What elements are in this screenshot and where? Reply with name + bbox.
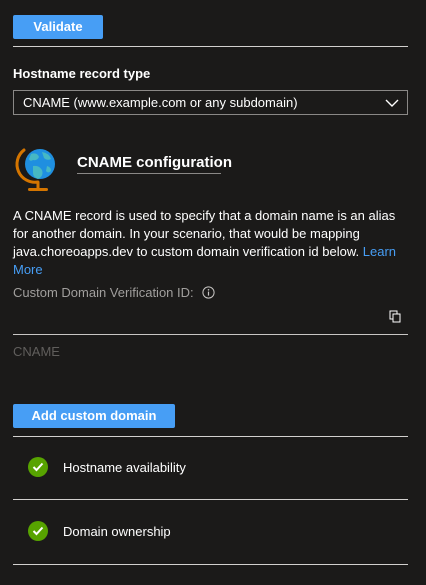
chevron-down-icon	[385, 99, 399, 107]
divider-checks-bottom	[13, 564, 408, 565]
cname-description-text: A CNAME record is used to specify that a…	[13, 208, 396, 259]
record-type-select[interactable]: CNAME (www.example.com or any subdomain)	[13, 90, 408, 115]
verification-divider	[13, 334, 408, 335]
record-type-value: CNAME (www.example.com or any subdomain)	[23, 95, 298, 110]
info-icon[interactable]	[202, 286, 215, 299]
copy-icon[interactable]	[389, 310, 401, 323]
divider-checks-top	[13, 436, 408, 437]
checkmark-circle-icon	[28, 457, 48, 477]
verification-label-row: Custom Domain Verification ID:	[13, 285, 215, 300]
verification-label: Custom Domain Verification ID:	[13, 285, 194, 300]
validate-button[interactable]: Validate	[13, 15, 103, 39]
divider-checks-middle	[13, 499, 408, 500]
check-hostname-availability-label: Hostname availability	[63, 460, 186, 475]
cname-heading: CNAME configuration	[77, 154, 232, 171]
cname-description: A CNAME record is used to specify that a…	[13, 207, 408, 279]
add-custom-domain-button[interactable]: Add custom domain	[13, 404, 175, 428]
check-domain-ownership-label: Domain ownership	[63, 524, 171, 539]
divider-top	[13, 46, 408, 47]
globe-icon	[15, 148, 55, 191]
verification-id-value	[13, 308, 383, 324]
cname-heading-underline	[77, 173, 221, 174]
cname-field-placeholder[interactable]: CNAME	[13, 344, 60, 359]
record-type-label: Hostname record type	[13, 66, 151, 81]
checkmark-circle-icon	[28, 521, 48, 541]
